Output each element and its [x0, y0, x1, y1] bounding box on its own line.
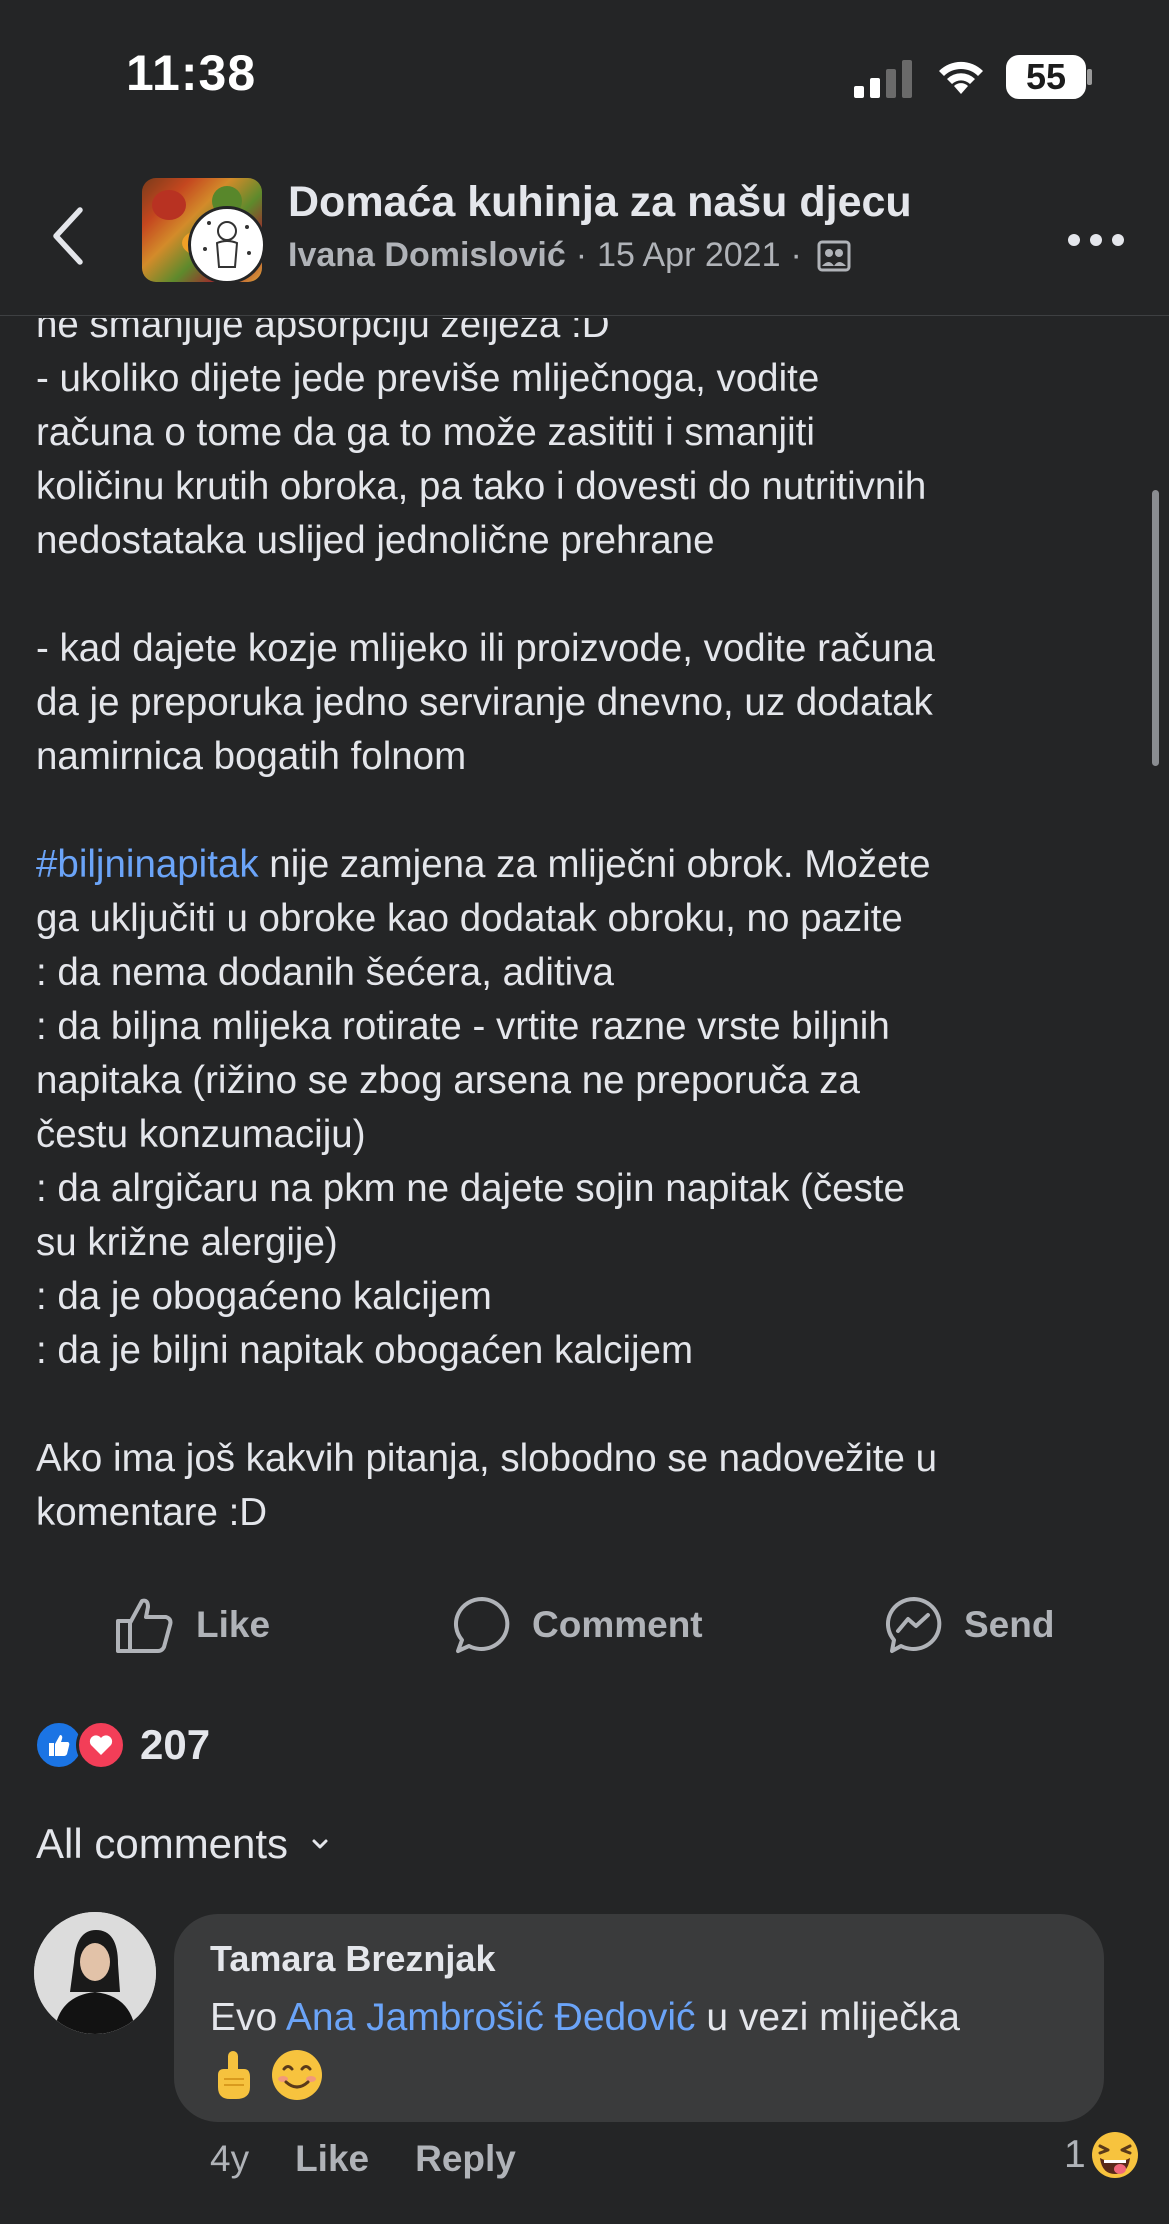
members-icon — [817, 240, 851, 271]
comments-filter[interactable]: All comments — [36, 1820, 330, 1868]
comment-text: Evo Ana Jambrošić Đedović u vezi mliječk… — [210, 1988, 1090, 2048]
comment-like-button[interactable]: Like — [295, 2138, 369, 2180]
reaction-summary[interactable]: 207 — [34, 1720, 210, 1770]
post-line: namirnica bogatih folnom — [36, 735, 467, 778]
meta-separator: · — [790, 236, 802, 274]
comment-mention-link[interactable]: Ana Jambrošić Đedović — [286, 1996, 696, 2039]
comment-text-start: Evo — [210, 1996, 286, 2039]
like-icon — [116, 1598, 173, 1653]
post-author[interactable]: Ivana Domislović — [288, 236, 566, 275]
post-body: ne smanjuje apsorpciju željeza :D - ukol… — [36, 318, 1146, 1540]
post-line: napitaka (rižino se zbog arsena ne prepo… — [36, 1059, 860, 1102]
send-label: Send — [964, 1604, 1055, 1645]
commenter-photo — [34, 1912, 156, 2034]
smiling-face-emoji — [272, 2050, 322, 2100]
comment-bubble[interactable]: Tamara Breznjak Evo Ana Jambrošić Đedovi… — [174, 1914, 1104, 2122]
post-action-bar: Like Comment Send — [0, 1590, 1169, 1660]
comment-actions: 4y Like Reply — [210, 2138, 562, 2180]
author-avatar[interactable] — [188, 206, 266, 284]
post-header: Domaća kuhinja za našu djecu Ivana Domis… — [0, 160, 1169, 316]
post-text: nije zamjena za mliječni obrok. Možete — [258, 843, 931, 886]
comments-filter-label: All comments — [36, 1820, 289, 1867]
comment-text-end: u vezi mliječka — [695, 1996, 960, 2039]
wifi-icon — [939, 61, 983, 94]
post-line: : da alrgičaru na pkm ne dajete sojin na… — [36, 1167, 905, 1210]
comment-button[interactable]: Comment — [452, 1590, 703, 1660]
comment-reply-button[interactable]: Reply — [415, 2138, 516, 2180]
send-button[interactable]: Send — [884, 1590, 1054, 1660]
comment-author[interactable]: Tamara Breznjak — [210, 1938, 495, 1980]
comment-icon — [454, 1597, 510, 1653]
group-name[interactable]: Domaća kuhinja za našu djecu — [288, 178, 912, 227]
post-line: računa o tome da ga to može zasititi i s… — [36, 411, 815, 454]
post-line: - ukoliko dijete jede previše mliječnoga… — [36, 357, 820, 400]
battery-level: 55 — [1025, 56, 1067, 97]
like-button[interactable]: Like — [114, 1590, 270, 1660]
post-date[interactable]: 15 Apr 2021 — [597, 236, 780, 275]
signal-icon — [854, 60, 912, 98]
post-line: komentare :D — [36, 1491, 268, 1534]
post-line: : da je obogaćeno kalcijem — [36, 1275, 492, 1318]
group-avatar-food — [152, 190, 186, 220]
comment-label: Comment — [532, 1604, 703, 1645]
like-label: Like — [196, 1604, 271, 1645]
post-line: količinu krutih obroka, pa tako i dovest… — [36, 465, 927, 508]
comment-reaction-summary[interactable]: 1 — [1064, 2130, 1140, 2180]
more-icon[interactable] — [1066, 232, 1126, 248]
post-line: Ako ima još kakvih pitanja, slobodno se … — [36, 1437, 938, 1480]
comment-emojis — [210, 2048, 324, 2102]
post-line: nedostataka uslijed jednolične prehrane — [36, 519, 715, 562]
post-line: čestu konzumaciju) — [36, 1113, 366, 1156]
status-time: 11:38 — [126, 45, 257, 101]
post-line: da je preporuka jedno serviranje dnevno,… — [36, 681, 933, 724]
back-icon[interactable] — [48, 204, 88, 268]
pointing-up-emoji — [218, 2051, 250, 2099]
post-line: - kad dajete kozje mlijeko ili proizvode… — [36, 627, 935, 670]
reaction-count: 207 — [140, 1721, 211, 1768]
love-reaction-icon — [76, 1720, 126, 1770]
post-line: #biljninapitak nije zamjena za mliječni … — [36, 838, 1146, 892]
status-bar: 11:38 55 — [0, 0, 1169, 150]
comment-reaction-count: 1 — [1064, 2133, 1086, 2176]
post-line: : da je biljni napitak obogaćen kalcijem — [36, 1329, 694, 1372]
scrollbar[interactable] — [1152, 490, 1159, 766]
meta-separator: · — [575, 236, 588, 274]
author-avatar-sketch — [203, 221, 251, 268]
post-line: su križne alergije) — [36, 1221, 338, 1264]
post-line: : da biljna mlijeka rotirate - vrtite ra… — [36, 1005, 890, 1048]
hashtag-link[interactable]: #biljninapitak — [36, 843, 259, 886]
post-line: ga uključiti u obroke kao dodatak obroku… — [36, 897, 903, 940]
commenter-avatar[interactable] — [34, 1912, 156, 2034]
tongue-out-emoji — [1091, 2132, 1138, 2178]
post-meta: Ivana Domislović · 15 Apr 2021 · — [288, 236, 852, 275]
comment-age: 4y — [210, 2138, 250, 2179]
chevron-down-icon — [312, 1839, 328, 1849]
post-line: : da nema dodanih šećera, aditiva — [36, 951, 614, 994]
messenger-icon — [886, 1597, 942, 1653]
